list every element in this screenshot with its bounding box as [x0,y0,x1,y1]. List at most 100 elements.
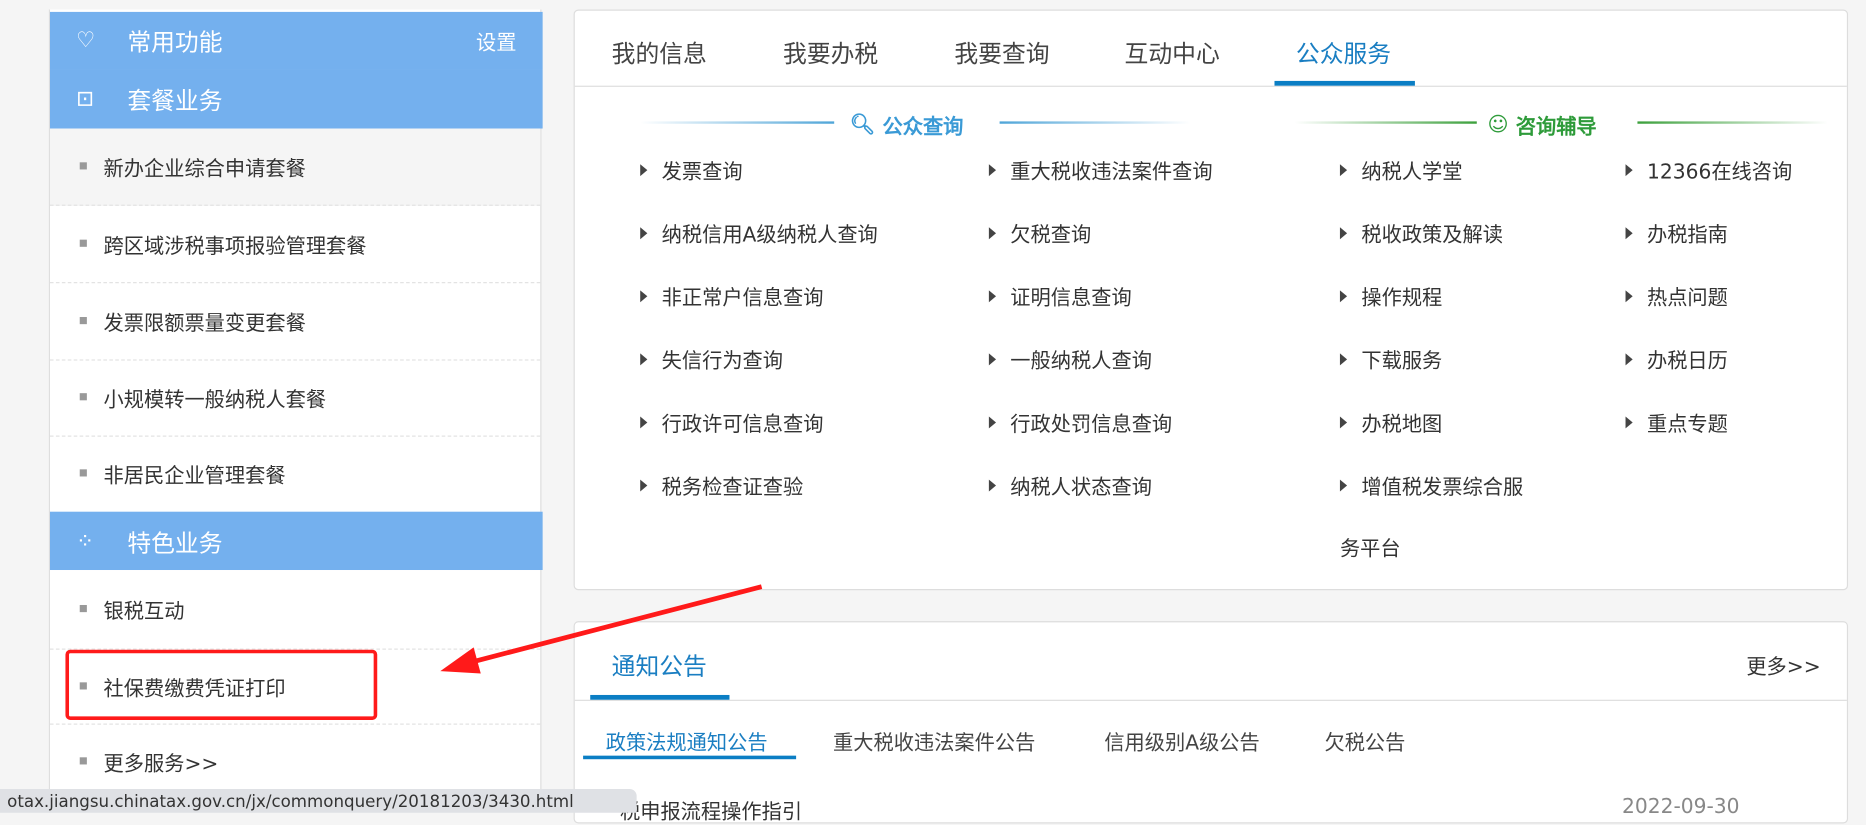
service-link[interactable]: 纳税信用A级纳税人查询 [640,218,878,248]
bullet-icon [79,316,87,324]
item-label: 新办企业综合申请套餐 [103,157,306,182]
service-link[interactable]: 12366在线咨询 [1625,155,1793,185]
service-link[interactable]: 一般纳税人查询 [988,344,1152,374]
service-link[interactable]: 办税地图 [1339,407,1442,437]
caret-right-icon [988,227,997,240]
service-link[interactable]: 非正常户信息查询 [640,281,823,311]
service-link-label: 热点问题 [1646,286,1728,311]
bullet-icon [79,604,87,613]
service-link[interactable]: 增值税发票综合服 [1339,470,1523,500]
tab-tax-filing[interactable]: 我要办税 [783,35,878,70]
subtab-policy[interactable]: 政策法规通知公告 [606,726,768,756]
service-link-label-wrap[interactable]: 务平台 [1340,532,1401,562]
service-link-label: 行政许可信息查询 [661,412,824,437]
service-link[interactable]: 欠税查询 [988,218,1092,248]
caret-right-icon [988,290,997,303]
service-link-label: 税收政策及解读 [1361,223,1503,248]
package-item[interactable]: 非居民企业管理套餐 [50,436,540,512]
service-link[interactable]: 办税指南 [1625,218,1728,248]
service-link-label: 纳税人学堂 [1361,160,1463,185]
service-link[interactable]: 纳税人学堂 [1339,155,1463,185]
service-link[interactable]: 税务检查证查验 [640,470,803,500]
service-link-label: 欠税查询 [1010,223,1092,248]
item-label: 发票限额票量变更套餐 [103,311,306,336]
divider-line [1294,121,1477,124]
item-label: 非居民企业管理套餐 [103,464,286,489]
subtab-credit[interactable]: 信用级别A级公告 [1104,726,1259,756]
divider-line [640,121,835,124]
settings-link[interactable]: 设置 [476,26,516,56]
active-tab-indicator [590,694,730,700]
caret-right-icon [1339,290,1348,303]
tab-interaction[interactable]: 互动中心 [1125,35,1220,70]
bullet-icon [79,469,87,477]
service-link[interactable]: 税收政策及解读 [1339,218,1503,248]
package-item[interactable]: 新办企业综合申请套餐 [49,128,541,206]
bullet-icon [79,393,87,401]
package-item[interactable]: 跨区域涉税事项报验管理套餐 [49,205,541,284]
service-link-label: 纳税信用A级纳税人查询 [661,223,878,248]
service-link[interactable]: 纳税人状态查询 [988,470,1152,500]
notice-item-date: 2022-09-30 [1621,794,1740,819]
item-label: 小规模转一般纳税人套餐 [103,388,327,413]
service-link[interactable]: 行政许可信息查询 [640,407,823,437]
service-link[interactable]: 下载服务 [1339,344,1442,374]
service-link[interactable]: 证明信息查询 [988,281,1132,311]
tab-public-service[interactable]: 公众服务 [1296,35,1391,70]
service-link-label: 12366在线咨询 [1646,160,1793,185]
caret-right-icon [1625,290,1633,303]
highlight-annotation-box [65,649,378,720]
service-link-label: 发票查询 [661,160,743,185]
more-link[interactable]: 更多>> [1746,650,1820,680]
caret-right-icon [640,479,648,492]
divider-line [999,121,1190,124]
section-title: 公众查询 [882,115,964,140]
subtab-violations[interactable]: 重大税收违法案件公告 [833,726,1035,756]
service-link-label: 非正常户信息查询 [661,286,824,311]
caret-right-icon [988,416,997,429]
caret-right-icon [1339,353,1348,366]
package-header: ⊡ 套餐业务 [49,69,543,129]
caret-right-icon [1339,227,1348,240]
tab-my-info[interactable]: 我的信息 [612,35,707,70]
heart-icon: ♡ [76,27,96,53]
caret-right-icon [640,353,648,366]
section-title: 咨询辅导 [1515,115,1597,140]
bullet-icon [79,757,87,765]
caret-right-icon [640,416,648,429]
package-item[interactable]: 小规模转一般纳税人套餐 [49,359,541,437]
special-header: ⁘ 特色业务 [49,511,543,571]
briefcase-icon: ⊡ [76,86,95,112]
annotation-arrow-icon [440,584,763,674]
service-link-label: 一般纳税人查询 [1010,349,1152,374]
consult-heading: ☺ 咨询辅导 [1488,109,1597,139]
owl-icon: ☺ [1487,112,1509,137]
tab-query[interactable]: 我要查询 [954,35,1049,70]
status-bar-url: otax.jiangsu.chinatax.gov.cn/jx/commonqu… [0,788,637,813]
notice-item-title[interactable]: 税申报流程操作指引 [620,795,802,825]
caret-right-icon [1339,416,1348,429]
item-label: 更多服务>> [103,752,219,777]
service-link[interactable]: 失信行为查询 [640,344,783,374]
service-link[interactable]: 热点问题 [1625,281,1728,311]
caret-right-icon [988,164,997,177]
service-link[interactable]: 重大税收违法案件查询 [988,155,1213,185]
caret-right-icon [988,479,997,492]
service-link-label: 重大税收违法案件查询 [1010,160,1213,185]
service-link[interactable]: 重点专题 [1625,407,1728,437]
service-link[interactable]: 行政处罚信息查询 [988,407,1173,437]
caret-right-icon [1339,164,1348,177]
service-link-label: 办税日历 [1646,349,1728,374]
service-link-label: 行政处罚信息查询 [1010,412,1173,437]
service-link[interactable]: 发票查询 [640,155,743,185]
service-link-label: 税务检查证查验 [661,476,804,500]
bullet-icon [79,239,87,247]
search-doc-icon: 🔍︎ [849,112,876,137]
service-link[interactable]: 操作规程 [1339,281,1442,311]
caret-right-icon [1339,479,1348,492]
caret-right-icon [988,353,997,366]
subtab-arrears[interactable]: 欠税公告 [1324,726,1405,756]
service-link-label: 重点专题 [1646,412,1728,437]
service-link[interactable]: 办税日历 [1625,344,1728,374]
package-item[interactable]: 发票限额票量变更套餐 [49,282,541,361]
